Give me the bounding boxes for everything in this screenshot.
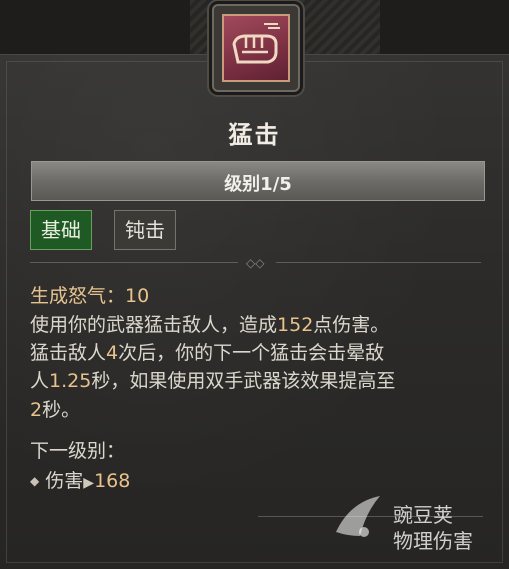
description-line-4: 2秒。 <box>30 397 80 424</box>
text: 秒，如果使用双手武器该效果提高至 <box>91 370 396 392</box>
next-level-heading: 下一级别： <box>30 440 126 462</box>
skill-icon-frame <box>212 4 300 92</box>
resource-label: 生成怒气： <box>30 285 126 307</box>
stat-label: 伤害 <box>45 470 84 492</box>
skill-title: 猛击 <box>228 121 281 149</box>
level-bar: 级别1/5 <box>31 161 485 201</box>
description-line-3: 人1.25秒，如果使用双手武器该效果提高至 <box>30 368 395 395</box>
tag-basic: 基础 <box>30 210 92 250</box>
watermark-text: 豌豆荚 物理伤害 <box>393 502 473 554</box>
watermark-line-1: 豌豆荚 <box>393 503 453 527</box>
stun-duration: 1.25 <box>49 370 92 392</box>
stun-duration-2h: 2 <box>30 399 43 421</box>
watermark-logo-icon <box>330 492 386 542</box>
text: 点伤害。 <box>313 314 390 336</box>
divider-diamond-icon: ◇◇ <box>246 256 265 270</box>
stat-value: 168 <box>94 470 131 492</box>
divider-right <box>276 262 481 263</box>
description-line-1: 使用你的武器猛击敌人，造成152点伤害。 <box>30 312 389 339</box>
watermark-line-2: 物理伤害 <box>393 529 473 553</box>
text: 秒。 <box>42 399 81 421</box>
description-line-2: 猛击敌人4次后，你的下一个猛击会击晕敌 <box>30 340 384 367</box>
text: 猛击敌人 <box>30 342 107 364</box>
text: 人 <box>30 370 50 392</box>
level-label: 级别1/5 <box>224 174 292 195</box>
text: 次后，你的下一个猛击会击晕敌 <box>118 342 385 364</box>
fist-icon <box>222 14 290 82</box>
bullet-icon: ◆ <box>30 474 40 488</box>
text: 使用你的武器猛击敌人，造成 <box>30 314 278 336</box>
frame-ornament-right <box>300 0 380 58</box>
tag-bludgeoning: 钝击 <box>114 210 176 250</box>
arrow-right-icon: ▶ <box>83 475 95 491</box>
resource-line: 生成怒气：10 <box>30 283 149 310</box>
next-level-stat: ◆ 伤害▶168 <box>30 468 130 497</box>
divider-left <box>30 262 238 263</box>
resource-value: 10 <box>125 285 150 307</box>
damage-value: 152 <box>277 314 314 336</box>
hit-count: 4 <box>106 342 119 364</box>
